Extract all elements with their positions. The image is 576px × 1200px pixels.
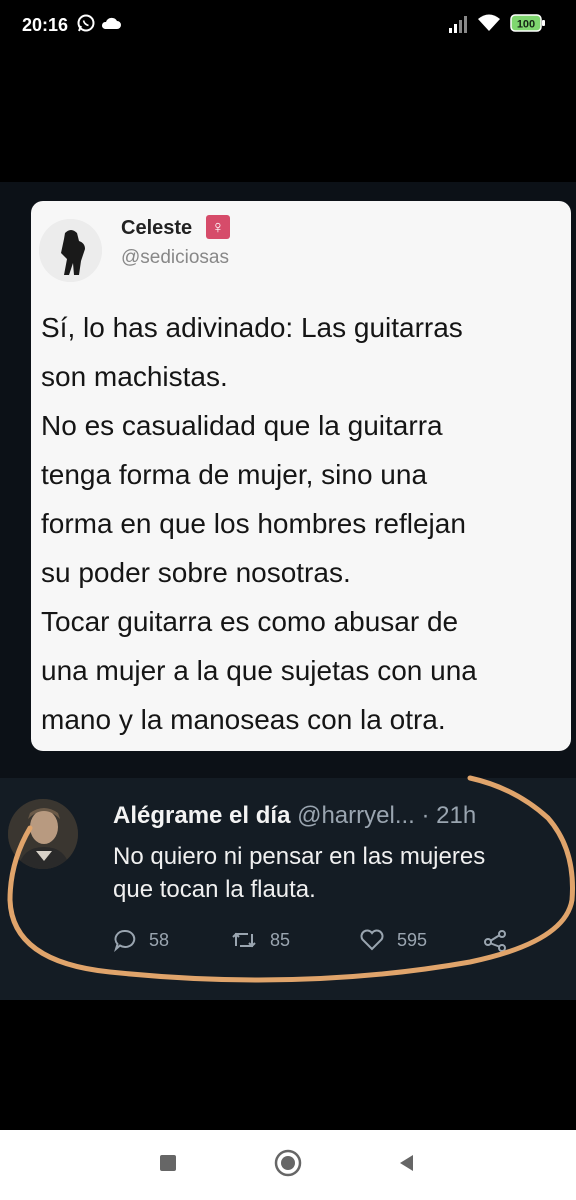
retweet-count: 85 bbox=[270, 929, 291, 950]
reply-button[interactable]: 58 bbox=[113, 926, 169, 954]
header-separator: · bbox=[421, 802, 430, 829]
cloud-icon bbox=[101, 16, 121, 35]
wifi-icon bbox=[477, 13, 501, 38]
back-triangle-icon bbox=[397, 1154, 415, 1177]
whatsapp-icon bbox=[76, 13, 96, 38]
reply-avatar[interactable] bbox=[8, 799, 78, 869]
home-circle-icon bbox=[274, 1149, 302, 1182]
status-bar: 20:16 100 bbox=[0, 0, 576, 52]
recents-button[interactable] bbox=[151, 1148, 185, 1182]
reply-tweet[interactable]: Alégrame el día @harryel... · 21h No qui… bbox=[0, 778, 576, 1000]
reply-icon bbox=[113, 928, 137, 952]
reply-author-handle[interactable]: @harryel... bbox=[297, 802, 415, 829]
celeste-avatar[interactable] bbox=[39, 219, 102, 282]
reply-count: 58 bbox=[149, 929, 170, 950]
square-icon bbox=[160, 1154, 176, 1176]
share-icon bbox=[483, 928, 509, 952]
clock: 20:16 bbox=[22, 15, 69, 35]
tweet-author-handle[interactable]: @sediciosas bbox=[121, 247, 229, 269]
quoted-tweet-card[interactable]: Celeste ♀ @sediciosas Sí, lo has adivina… bbox=[31, 201, 571, 751]
home-button[interactable] bbox=[271, 1148, 305, 1182]
tweet-text: Sí, lo has adivinado: Las guitarras son … bbox=[41, 312, 477, 735]
heart-icon bbox=[359, 928, 385, 952]
reply-timestamp[interactable]: 21h bbox=[436, 802, 476, 829]
retweet-button[interactable]: 85 bbox=[230, 926, 290, 954]
tweet-actions: 58 85 595 bbox=[113, 926, 533, 954]
reply-text: No quiero ni pensar en las mujeres que t… bbox=[113, 843, 486, 903]
female-sign-badge: ♀ bbox=[206, 215, 230, 239]
like-button[interactable]: 595 bbox=[359, 926, 427, 954]
signal-icon bbox=[449, 14, 467, 39]
battery-icon: 100 bbox=[510, 14, 546, 37]
battery-level: 100 bbox=[517, 19, 535, 31]
reply-header: Alégrame el día @harryel... · 21h bbox=[113, 802, 476, 830]
like-count: 595 bbox=[397, 929, 428, 950]
share-button[interactable] bbox=[483, 926, 509, 954]
reply-author-name[interactable]: Alégrame el día bbox=[113, 802, 290, 829]
retweet-icon bbox=[230, 928, 258, 952]
tweet-author-name[interactable]: Celeste bbox=[121, 217, 192, 240]
back-button[interactable] bbox=[389, 1148, 423, 1182]
android-nav-bar bbox=[0, 1130, 576, 1200]
